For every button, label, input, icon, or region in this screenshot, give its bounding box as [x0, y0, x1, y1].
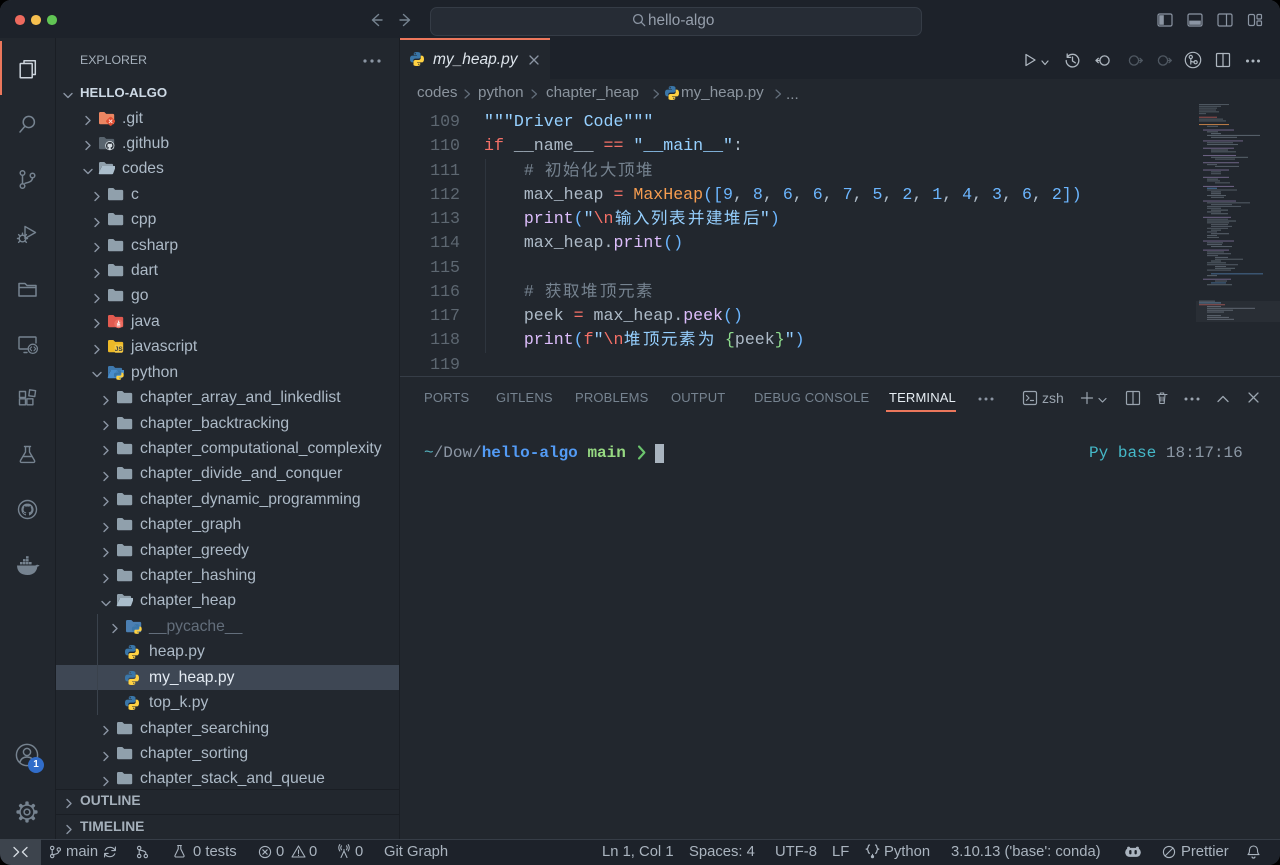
svg-text:JS: JS	[115, 346, 124, 353]
